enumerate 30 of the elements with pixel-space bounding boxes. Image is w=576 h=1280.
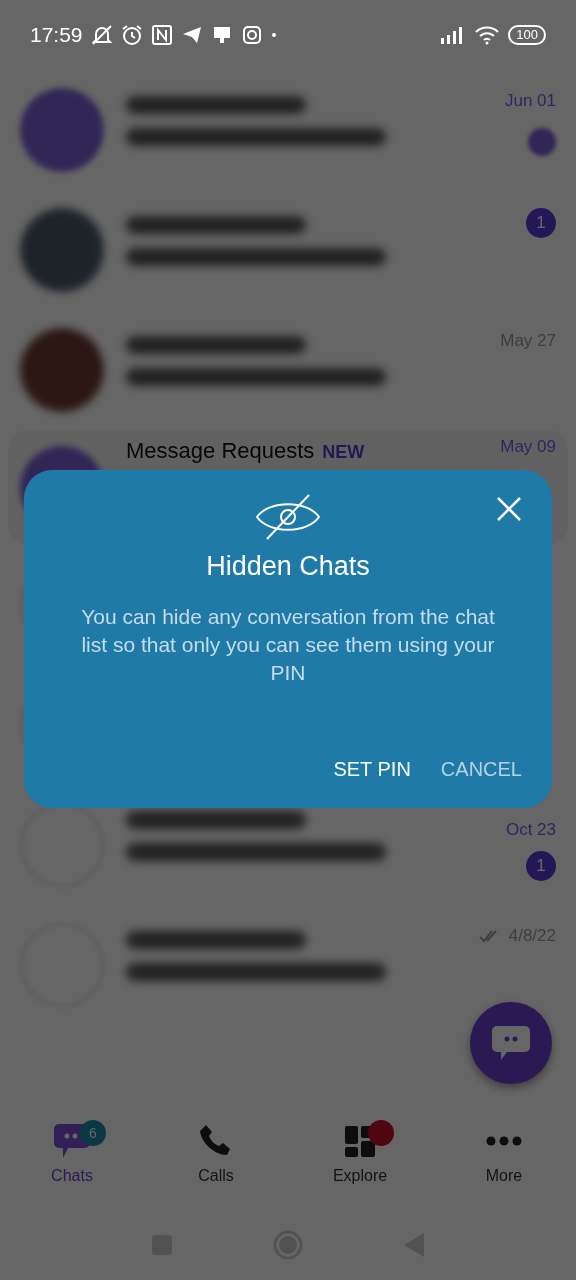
phone-icon bbox=[199, 1124, 233, 1158]
chat-bubble-icon bbox=[491, 1024, 531, 1062]
chat-title: Message Requests bbox=[126, 437, 315, 465]
dot-icon bbox=[270, 32, 277, 38]
hidden-eye-icon bbox=[255, 494, 321, 540]
more-dots-icon bbox=[486, 1136, 522, 1146]
chat-date: Jun 01 bbox=[504, 90, 556, 112]
clock-time: 17:59 bbox=[30, 22, 83, 49]
alarm-clock-icon bbox=[120, 24, 143, 46]
new-tag: NEW bbox=[322, 439, 365, 466]
nav-tab[interactable]: Calls bbox=[144, 1100, 288, 1210]
unread-count: 1 bbox=[526, 208, 556, 238]
nfc-icon bbox=[150, 24, 173, 46]
dialog-title: Hidden Chats bbox=[206, 550, 370, 583]
close-icon bbox=[496, 496, 522, 522]
set-pin-button[interactable]: SET PIN bbox=[333, 750, 411, 788]
wifi-icon bbox=[474, 25, 501, 45]
nav-tab[interactable]: Chats 6 bbox=[0, 1100, 144, 1210]
chat-date: Oct 23 bbox=[505, 819, 556, 841]
dialog-message: You can hide any conversation from the chat list so that only you can see them using your PIN bbox=[80, 603, 496, 686]
tab-badge: 6 bbox=[80, 1120, 106, 1146]
muted-bell-icon bbox=[90, 24, 113, 46]
camera-icon bbox=[240, 24, 263, 46]
new-chat-button[interactable] bbox=[470, 1002, 552, 1084]
nav-tab[interactable]: More bbox=[432, 1100, 576, 1210]
unread-count: 1 bbox=[526, 850, 556, 881]
battery-level: 100 bbox=[508, 25, 546, 45]
chat-date: May 09 bbox=[500, 436, 556, 458]
cancel-button[interactable]: CANCEL bbox=[440, 750, 522, 788]
nav-tab[interactable]: Explore bbox=[288, 1100, 432, 1210]
